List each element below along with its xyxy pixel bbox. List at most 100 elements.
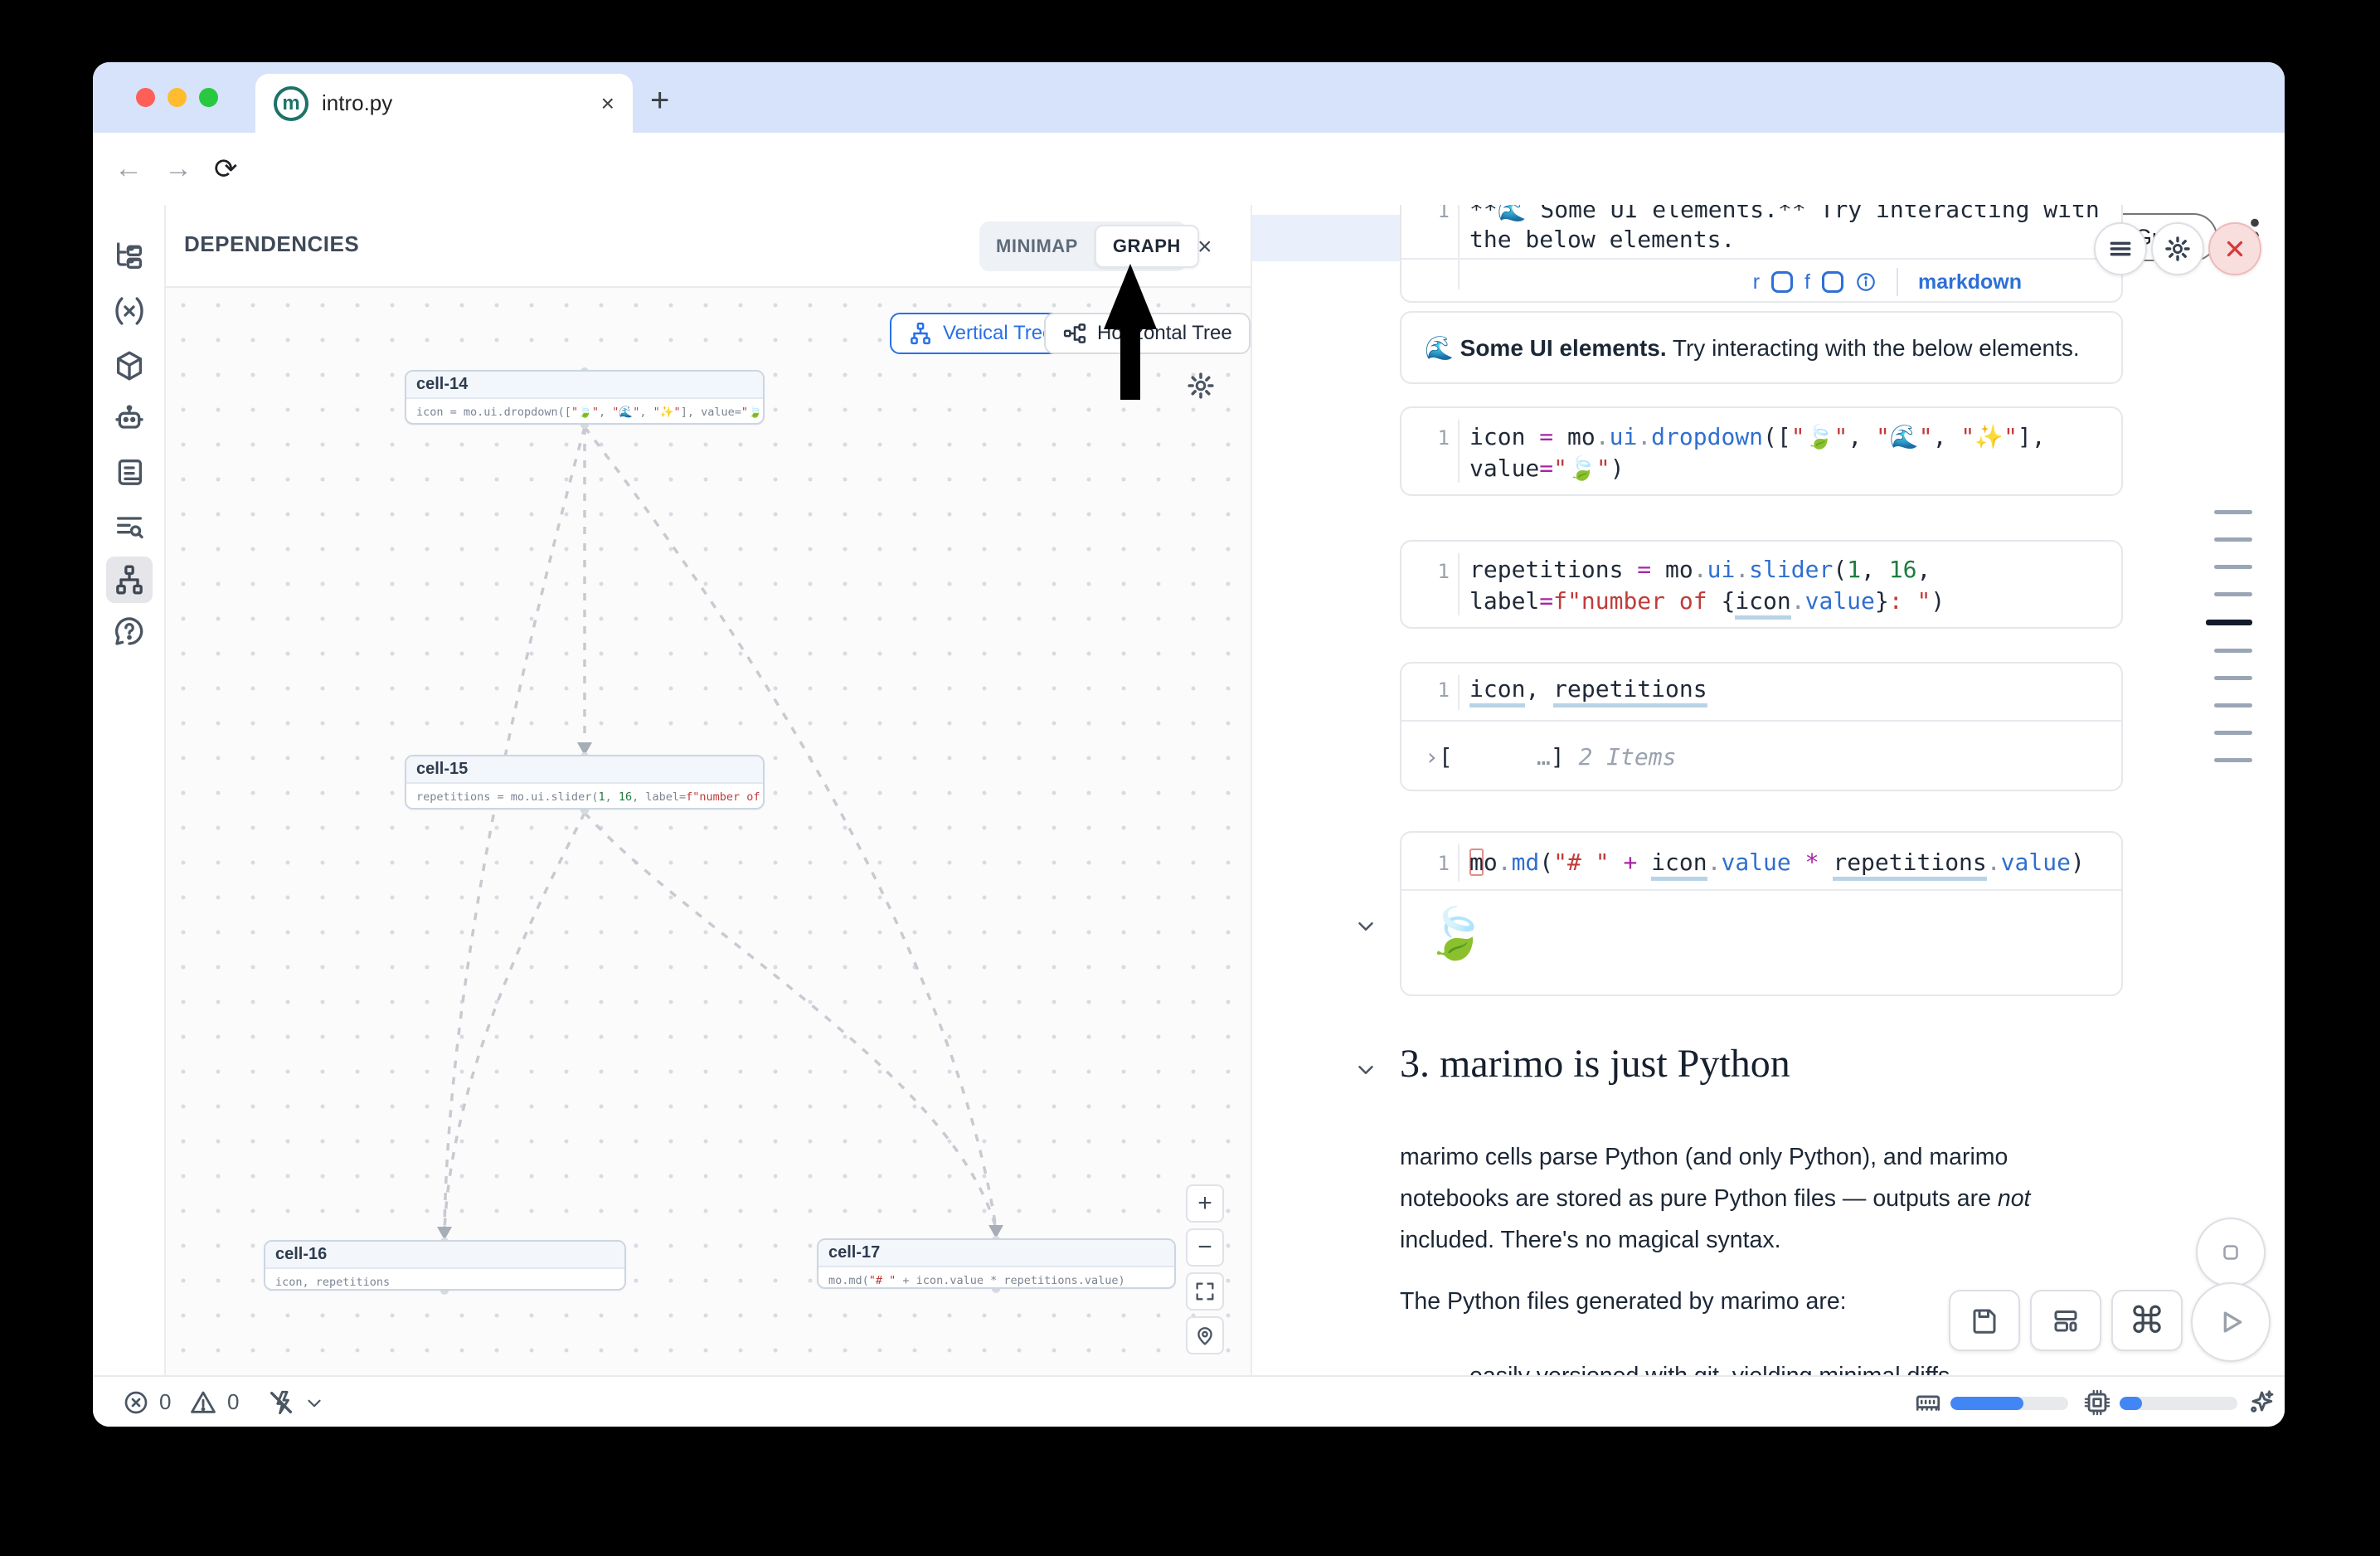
markdown-toggle-row: r f markdown — [1753, 268, 2022, 296]
graph-node-cell-14[interactable]: cell-14 icon = mo.ui.dropdown(["🍃", "🌊",… — [405, 370, 765, 425]
line-number: 1 — [1413, 426, 1450, 450]
editor-footer-divider — [1401, 258, 2121, 260]
node-code: mo.md("# " + icon.value * repetitions.va… — [818, 1267, 1174, 1289]
toggle-f-checkbox[interactable] — [1822, 271, 1843, 293]
logs-icon[interactable] — [113, 455, 146, 489]
minimap-cell-marker[interactable] — [2206, 620, 2252, 625]
node-title: cell-15 — [406, 756, 763, 784]
code-cell-md[interactable]: 1 mo.md("# " + icon.value * repetitions.… — [1400, 831, 2123, 996]
notebook-menu-button[interactable] — [2094, 222, 2147, 275]
help-icon[interactable] — [113, 615, 146, 648]
minimap-cell-marker[interactable] — [2214, 649, 2252, 653]
node-title: cell-16 — [265, 1242, 624, 1269]
gutter-divider — [1458, 205, 1460, 289]
graph-node-cell-16[interactable]: cell-16 icon, repetitions — [264, 1240, 626, 1291]
file-tree-icon[interactable] — [113, 240, 146, 273]
code-line: icon = mo.ui.dropdown(["🍃", "🌊", "✨"], — [1469, 423, 2046, 450]
shutdown-button[interactable] — [2208, 222, 2261, 275]
code-line: the below elements. — [1469, 226, 1735, 253]
collapse-chevron-icon[interactable] — [1353, 914, 1378, 939]
fit-view-icon[interactable] — [1186, 1272, 1224, 1310]
line-number: 1 — [1413, 205, 1450, 222]
browser-tab[interactable]: m intro.py × — [255, 74, 633, 133]
warning-count: 0 — [227, 1389, 239, 1415]
output-divider — [1401, 720, 2121, 722]
paragraph-line: marimo cells parse Python (and only Pyth… — [1400, 1144, 2008, 1171]
minimap-cell-marker[interactable] — [2214, 758, 2252, 762]
language-label[interactable]: markdown — [1918, 270, 2022, 294]
cell-minimap — [2201, 510, 2252, 762]
ai-assistant-icon[interactable] — [113, 402, 146, 435]
line-number: 1 — [1413, 678, 1450, 702]
info-icon[interactable] — [1855, 271, 1877, 293]
toggle-r-label: r — [1753, 270, 1760, 294]
toggle-r-checkbox[interactable] — [1771, 271, 1793, 293]
graph-settings-gear-icon[interactable] — [1186, 371, 1216, 401]
command-icon: ⌘ — [2129, 1300, 2165, 1342]
graph-node-cell-15[interactable]: cell-15 repetitions = mo.ui.slider(1, 16… — [405, 755, 765, 810]
gutter-divider — [1458, 844, 1460, 882]
tab-minimap[interactable]: MINIMAP — [979, 225, 1095, 268]
code-cell-tuple[interactable]: 1 icon, repetitions ›[ …] 2 Items — [1400, 662, 2123, 791]
code-line: mo.md("# " + icon.value * repetitions.va… — [1469, 849, 2085, 876]
paragraph-line: notebooks are stored as pure Python file… — [1400, 1185, 2030, 1213]
layout-toggle-button[interactable] — [2030, 1290, 2101, 1351]
tab-title: intro.py — [322, 90, 588, 116]
locate-node-icon[interactable] — [1186, 1316, 1224, 1354]
code-line: repetitions = mo.ui.slider(1, 16, — [1469, 556, 1931, 583]
zoom-in-button[interactable]: + — [1186, 1184, 1224, 1223]
code-cell-slider[interactable]: 1 repetitions = mo.ui.slider(1, 16, labe… — [1400, 540, 2123, 629]
minimap-cell-marker[interactable] — [2214, 537, 2252, 542]
cpu-usage-bar — [2120, 1397, 2237, 1410]
traffic-light-minimize[interactable] — [168, 88, 187, 107]
node-code: icon, repetitions — [265, 1269, 624, 1291]
zoom-out-button[interactable]: − — [1186, 1228, 1224, 1267]
ai-sparkle-icon[interactable] — [2246, 1388, 2276, 1417]
graph-node-cell-17[interactable]: cell-17 mo.md("# " + icon.value * repeti… — [817, 1238, 1176, 1289]
code-line: value="🍃") — [1469, 455, 1625, 482]
traffic-light-close[interactable] — [136, 88, 155, 107]
marimo-logo-icon: m — [274, 86, 308, 121]
notebook-settings-gear-icon[interactable] — [2151, 222, 2204, 275]
reload-icon[interactable]: ⟳ — [214, 153, 238, 186]
section-chevron-icon[interactable] — [1353, 1058, 1378, 1082]
traffic-light-maximize[interactable] — [199, 88, 218, 107]
markdown-editor-cell[interactable]: 1 **🌊 Some UI elements.** Try interactin… — [1400, 205, 2123, 303]
errors-icon[interactable] — [123, 1389, 149, 1416]
variables-icon[interactable] — [113, 294, 146, 328]
code-line: label=f"number of {icon.value}: ") — [1469, 587, 1945, 615]
browser-tab-strip: m intro.py × + — [93, 62, 2285, 133]
panel-close-icon[interactable]: × — [1197, 233, 1212, 261]
code-line: **🌊 Some UI elements.** Try interacting … — [1469, 205, 2100, 223]
output-text: 🌊 Some UI elements. Try interacting with… — [1425, 334, 2080, 362]
dependency-graph-icon[interactable] — [106, 557, 153, 603]
forward-icon[interactable]: → — [164, 153, 192, 185]
panel-title: DEPENDENCIES — [184, 231, 359, 257]
minimap-cell-marker[interactable] — [2214, 510, 2252, 514]
browser-window: m intro.py × + ← → ⟳ localhost:2718 Gues… — [93, 62, 2285, 1427]
minimap-cell-marker[interactable] — [2214, 703, 2252, 707]
new-tab-button[interactable]: + — [650, 82, 669, 119]
node-title: cell-14 — [406, 372, 763, 399]
packages-icon[interactable] — [113, 349, 146, 382]
search-list-icon[interactable] — [113, 510, 146, 543]
back-icon[interactable]: ← — [114, 153, 143, 185]
minimap-cell-marker[interactable] — [2214, 565, 2252, 569]
minimap-cell-marker[interactable] — [2214, 676, 2252, 680]
save-button[interactable] — [1949, 1290, 2020, 1351]
tab-close-icon[interactable]: × — [601, 90, 614, 117]
collapsed-output[interactable]: ›[ …] 2 Items — [1425, 743, 1676, 771]
node-code: repetitions = mo.ui.slider(1, 16, label=… — [406, 784, 763, 810]
keyboard-shortcuts-button[interactable]: ⌘ — [2111, 1290, 2183, 1351]
output-divider — [1401, 889, 2121, 891]
run-button[interactable] — [2191, 1282, 2271, 1362]
formatting-off-icon[interactable] — [267, 1388, 295, 1417]
toggle-f-label: f — [1804, 270, 1810, 294]
minimap-cell-marker[interactable] — [2214, 731, 2252, 735]
paragraph-line: The Python files generated by marimo are… — [1400, 1288, 1847, 1315]
stop-button[interactable] — [2196, 1218, 2266, 1287]
minimap-cell-marker[interactable] — [2214, 592, 2252, 596]
chevron-down-icon[interactable] — [304, 1393, 325, 1414]
code-cell-dropdown[interactable]: 1 icon = mo.ui.dropdown(["🍃", "🌊", "✨"],… — [1400, 406, 2123, 496]
warnings-icon[interactable] — [189, 1388, 217, 1417]
